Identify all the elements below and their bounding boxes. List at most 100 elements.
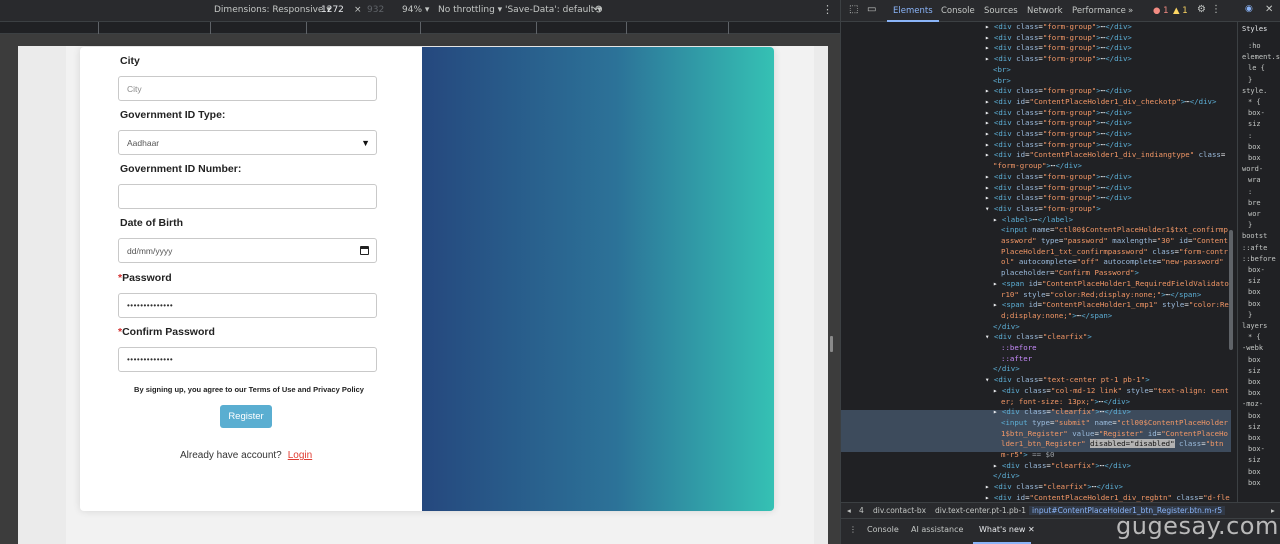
style-rule-line: siz — [1248, 120, 1261, 129]
warning-badge[interactable]: ▲ 1 — [1173, 6, 1188, 16]
dob-placeholder: dd/mm/yyyy — [127, 245, 173, 256]
breadcrumb-item[interactable]: 4 — [859, 506, 864, 515]
dom-node-line[interactable]: ▸ <div class="form-group">⋯</div> — [985, 33, 1132, 44]
dom-node-line[interactable]: ▾ <div class="text-center pt-1 pb-1"> — [985, 375, 1150, 386]
dom-node-line[interactable]: ▸ <div class="clearfix">⋯</div> — [993, 461, 1131, 472]
style-rule-line: wor — [1248, 210, 1261, 218]
dom-node-line[interactable]: r10" style="color:Red;display:none;">⋯</… — [1001, 290, 1201, 301]
dom-node-line[interactable]: ▸ <div class="clearfix">⋯</div> — [985, 482, 1123, 493]
dom-node-line[interactable]: PlaceHolder1_txt_confirmpassword" class=… — [1001, 247, 1228, 258]
have-account-text: Already have account? — [180, 450, 282, 461]
dom-node-line[interactable]: ▸ <div id="ContentPlaceHolder1_div_india… — [985, 150, 1225, 161]
dom-node-line[interactable]: ▸ <div class="form-group">⋯</div> — [985, 43, 1132, 54]
dom-node-line[interactable]: assword" type="password" maxlength="30" … — [1001, 236, 1228, 247]
dom-node-line[interactable]: <br> — [993, 65, 1011, 76]
dom-node-line[interactable]: ▸ <div class="form-group">⋯</div> — [985, 118, 1132, 129]
dom-node-line[interactable]: <input name="ctl00$ContentPlaceHolder1$t… — [1001, 225, 1228, 236]
dom-node-line[interactable]: </div> — [993, 471, 1020, 482]
style-rule-line: siz — [1248, 277, 1261, 286]
dom-node-line[interactable]: placeholder="Confirm Password"> — [1001, 268, 1139, 279]
calendar-icon[interactable] — [360, 246, 369, 255]
style-rule-line: word- — [1242, 165, 1264, 174]
more-tabs-icon[interactable]: » — [1128, 6, 1133, 16]
height-input[interactable]: 932 — [367, 5, 384, 15]
dimensions-select[interactable]: Dimensions: Responsive ▾ — [214, 5, 331, 15]
save-data-select[interactable]: 'Save-Data': default ▾ — [505, 5, 602, 15]
dom-node-line[interactable]: ::before — [1001, 343, 1037, 354]
dom-node-line[interactable]: ▸ <div class="form-group">⋯</div> — [985, 140, 1132, 151]
more-options-icon[interactable]: ⋮ — [822, 3, 833, 16]
rotate-icon[interactable]: ⟲ — [593, 3, 602, 16]
drawer-menu-icon[interactable]: ⋮ — [849, 525, 857, 534]
dom-node-line[interactable]: ▸ <div class="form-group">⋯</div> — [985, 22, 1132, 33]
password-input[interactable]: •••••••••••••• — [118, 293, 377, 318]
tab-console[interactable]: Console — [941, 6, 975, 16]
tab-network[interactable]: Network — [1027, 6, 1063, 16]
zoom-select[interactable]: 94% ▾ — [402, 5, 429, 15]
error-badge[interactable]: ● 1 — [1153, 6, 1169, 16]
drawer-tab-whats-new[interactable]: What's new ✕ — [979, 525, 1035, 534]
dom-node-line[interactable]: ::after — [1001, 354, 1032, 365]
register-button[interactable]: Register — [220, 405, 272, 428]
dom-node-line[interactable]: ▸ <div class="form-group">⋯</div> — [985, 172, 1132, 183]
dom-node-line[interactable]: ▾ <div class="clearfix"> — [985, 332, 1092, 343]
resize-handle[interactable] — [830, 336, 833, 352]
tab-elements[interactable]: Elements — [893, 6, 933, 16]
city-input[interactable]: City — [118, 76, 377, 101]
drawer-tab-ai-assistance[interactable]: AI assistance — [911, 525, 963, 534]
throttling-select[interactable]: No throttling ▾ — [438, 5, 502, 15]
elements-scrollbar[interactable] — [1229, 230, 1233, 350]
inspect-icon[interactable]: ⬚ — [849, 4, 858, 15]
tab-performance[interactable]: Performance — [1072, 6, 1126, 16]
breadcrumb-back[interactable]: ◂ — [847, 506, 851, 515]
dom-node-line[interactable]: ▸ <div class="form-group">⋯</div> — [985, 86, 1132, 97]
breadcrumb-item[interactable]: div.contact-bx — [873, 506, 926, 515]
dom-node-line[interactable]: ▸ <div class="form-group">⋯</div> — [985, 183, 1132, 194]
dom-node-line[interactable]: ▸ <div class="form-group">⋯</div> — [985, 129, 1132, 140]
gov-id-number-input[interactable] — [118, 184, 377, 209]
dom-node-line[interactable]: </div> — [993, 322, 1020, 333]
dom-node-line[interactable]: "form-group">⋯</div> — [993, 161, 1082, 172]
styles-pane[interactable]: Styles :ho element.st le {} style. * {box-si… — [1237, 22, 1280, 502]
dom-node-line[interactable]: ▾ <div class="form-group"> — [985, 204, 1101, 215]
dom-node-line[interactable]: ▸ <div class="clearfix">⋯</div> — [993, 407, 1131, 418]
dom-node-line[interactable]: <br> — [993, 76, 1011, 87]
settings-icon[interactable]: ⚙ — [1197, 4, 1206, 15]
devtools-more-icon[interactable]: ⋮ — [1211, 4, 1221, 15]
tab-sources[interactable]: Sources — [984, 6, 1018, 16]
style-rule-line: box — [1248, 389, 1261, 398]
dom-node-line[interactable]: ol" autocomplete="off" autocomplete="new… — [1001, 257, 1224, 268]
login-link[interactable]: Login — [288, 450, 312, 461]
styles-tab[interactable]: Styles — [1242, 25, 1267, 33]
dom-node-line[interactable]: lder1_btn_Register" disabled="disabled" … — [1001, 439, 1224, 450]
style-rule-line: wra — [1248, 176, 1261, 185]
breadcrumb-item[interactable]: div.text-center.pt-1.pb-1 — [935, 506, 1026, 515]
dob-input[interactable]: dd/mm/yyyy — [118, 238, 377, 263]
confirm-password-input[interactable]: •••••••••••••• — [118, 347, 377, 372]
drawer-tab-console[interactable]: Console — [867, 525, 899, 534]
dom-node-line[interactable]: d;display:none;">⋯</span> — [1001, 311, 1112, 322]
dom-node-line[interactable]: 1$btn_Register" value="Register" id="Con… — [1001, 429, 1228, 440]
gov-id-type-select[interactable]: Aadhaar ▼ — [118, 130, 377, 155]
close-devtools-icon[interactable]: ✕ — [1265, 4, 1273, 15]
elements-tree[interactable]: ▸ <div class="form-group">⋯</div> ▸ <div … — [841, 22, 1237, 502]
dom-node-line[interactable]: ▸ <div class="form-group">⋯</div> — [985, 54, 1132, 65]
dom-node-line[interactable]: ▸ <span id="ContentPlaceHolder1_Required… — [993, 279, 1229, 290]
dom-node-line[interactable]: ▸ <div id="ContentPlaceHolder1_div_regbt… — [985, 493, 1230, 502]
dom-node-line[interactable]: </div> — [993, 364, 1020, 375]
dom-node-line[interactable]: <input type="submit" name="ctl00$Content… — [1001, 418, 1228, 429]
dom-node-line[interactable]: ▸ <div class="form-group">⋯</div> — [985, 108, 1132, 119]
ai-icon[interactable]: ◉ — [1245, 4, 1253, 14]
device-toggle-icon[interactable]: ▭ — [867, 4, 876, 15]
dom-node-line[interactable]: ▸ <label>⋯</label> — [993, 215, 1073, 226]
dom-node-line[interactable]: er; font-size: 13px;">⋯</div> — [1001, 397, 1130, 408]
ruler — [0, 22, 840, 34]
watermark: gugesay.com — [1116, 512, 1279, 540]
dom-node-line[interactable]: ▸ <div id="ContentPlaceHolder1_div_check… — [985, 97, 1216, 108]
dom-node-line[interactable]: ▸ <div class="col-md-12 link" style="tex… — [993, 386, 1229, 397]
dom-node-line[interactable]: m-r5"> == $0 — [1001, 450, 1054, 461]
style-rule-line: box — [1248, 478, 1261, 487]
dom-node-line[interactable]: ▸ <div class="form-group">⋯</div> — [985, 193, 1132, 204]
dom-node-line[interactable]: ▸ <span id="ContentPlaceHolder1_cmp1" st… — [993, 300, 1229, 311]
width-input[interactable]: 1272 — [321, 5, 344, 15]
